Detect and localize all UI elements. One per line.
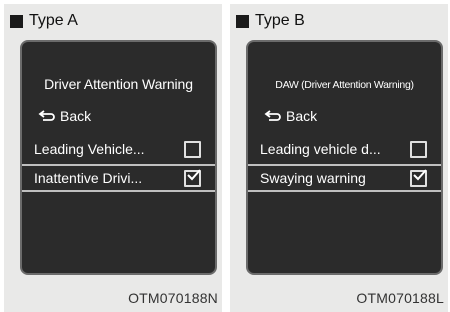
square-bullet-icon <box>10 14 23 28</box>
menu-item-swaying-warning[interactable]: Swaying warning <box>248 164 441 192</box>
menu-item-inattentive-driving[interactable]: Inattentive Drivi... <box>22 164 215 192</box>
image-code: OTM070188L <box>356 290 444 306</box>
return-arrow-icon <box>38 109 56 123</box>
screen-title: Driver Attention Warning <box>44 76 193 92</box>
checkbox-empty-icon[interactable] <box>184 140 201 158</box>
menu-item-label: Swaying warning <box>260 170 366 186</box>
checkbox-checked-icon[interactable] <box>410 168 427 187</box>
menu-item-leading-vehicle-departure[interactable]: Leading vehicle d... <box>248 137 441 161</box>
panel-type-b: Type B DAW (Driver Attention Warning) Ba… <box>230 4 448 312</box>
back-button[interactable]: Back <box>38 108 91 124</box>
page: Type A Driver Attention Warning Back Lea… <box>0 0 450 312</box>
back-label: Back <box>60 108 92 124</box>
type-label: Type A <box>29 12 78 29</box>
image-code: OTM070188N <box>128 290 218 306</box>
menu-item-label: Inattentive Drivi... <box>34 170 143 186</box>
checkbox-checked-icon[interactable] <box>184 168 201 187</box>
panel-type-a: Type A Driver Attention Warning Back Lea… <box>4 4 222 312</box>
back-label: Back <box>286 108 318 124</box>
checkbox-empty-icon[interactable] <box>410 140 427 158</box>
back-button[interactable]: Back <box>264 108 317 124</box>
menu-item-label: Leading Vehicle... <box>34 141 145 157</box>
cluster-display: DAW (Driver Attention Warning) Back Lead… <box>246 40 443 275</box>
type-heading: Type B <box>236 8 305 34</box>
return-arrow-icon <box>264 109 282 123</box>
type-label: Type B <box>255 12 305 29</box>
cluster-display: Driver Attention Warning Back Leading Ve… <box>20 40 217 275</box>
menu-item-leading-vehicle[interactable]: Leading Vehicle... <box>22 137 215 161</box>
type-heading: Type A <box>10 8 78 34</box>
screen-title: DAW (Driver Attention Warning) <box>275 79 414 91</box>
square-bullet-icon <box>236 14 249 28</box>
menu-item-label: Leading vehicle d... <box>260 141 381 157</box>
